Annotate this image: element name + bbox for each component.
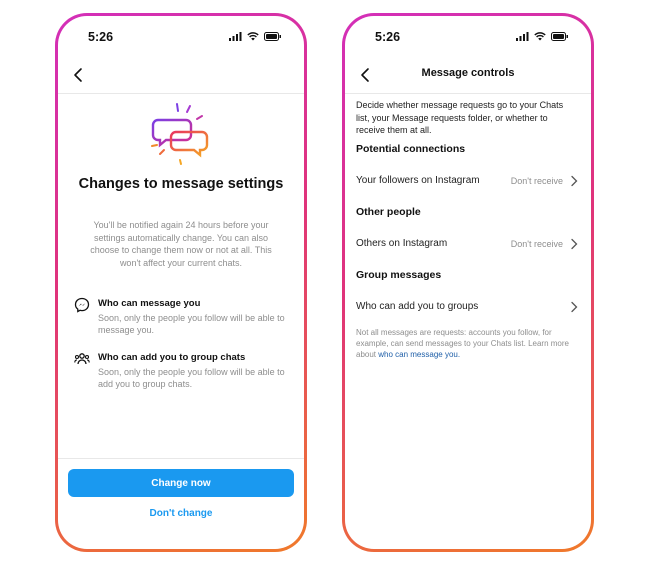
feature-title: Who can message you — [98, 298, 201, 309]
footnote: Not all messages are requests: accounts … — [356, 327, 579, 360]
phone-frame-right: 5:26 Message controls Decide whether mes… — [342, 13, 594, 552]
status-icons — [229, 32, 282, 41]
who-can-message-link[interactable]: who can message you. — [378, 350, 460, 359]
chevron-right-icon — [571, 238, 578, 250]
page-description: You'll be notified again 24 hours before… — [90, 220, 272, 268]
status-icons — [516, 32, 569, 41]
wifi-icon — [247, 32, 259, 41]
nav-bar — [58, 58, 304, 94]
section-heading-group-messages: Group messages — [356, 269, 442, 281]
page-title: Message controls — [421, 67, 515, 79]
nav-bar: Message controls — [345, 58, 591, 94]
feature-description: Soon, only the people you follow will be… — [98, 313, 285, 335]
status-bar: 5:26 — [345, 30, 591, 44]
row-label: Others on Instagram — [356, 238, 448, 249]
row-label: Your followers on Instagram — [356, 175, 480, 186]
phone-frame-left: 5:26 Changes to message settings You'll … — [55, 13, 307, 552]
footer-divider — [58, 458, 304, 459]
back-arrow-icon[interactable] — [70, 66, 88, 84]
battery-icon — [551, 32, 568, 41]
section-heading-potential-connections: Potential connections — [356, 143, 466, 155]
page-title: Changes to message settings — [78, 176, 284, 192]
setting-row-others[interactable]: Others on Instagram Don't receive — [356, 236, 579, 252]
change-now-button[interactable]: Change now — [68, 469, 294, 497]
row-label: Who can add you to groups — [356, 301, 479, 312]
section-heading-other-people: Other people — [356, 206, 421, 218]
message-controls-screen: 5:26 Message controls Decide whether mes… — [345, 16, 591, 549]
chevron-right-icon — [571, 175, 578, 187]
settings-change-screen: 5:26 Changes to message settings You'll … — [58, 16, 304, 549]
status-time: 5:26 — [88, 30, 114, 44]
row-value: Don't receive — [510, 176, 563, 186]
dont-change-button[interactable]: Don't change — [58, 508, 304, 519]
chevron-right-icon — [571, 301, 578, 313]
status-bar: 5:26 — [58, 30, 304, 44]
setting-row-followers[interactable]: Your followers on Instagram Don't receiv… — [356, 173, 579, 189]
intro-text: Decide whether message requests go to yo… — [356, 100, 564, 135]
signal-icon — [229, 32, 242, 41]
battery-icon — [264, 32, 281, 41]
status-time: 5:26 — [375, 30, 401, 44]
messenger-icon — [74, 297, 90, 313]
signal-icon — [516, 32, 529, 41]
feature-description: Soon, only the people you follow will be… — [98, 367, 285, 389]
chat-bubbles-illustration — [151, 103, 209, 165]
row-value: Don't receive — [510, 239, 563, 249]
group-icon — [74, 353, 90, 365]
wifi-icon — [534, 32, 546, 41]
feature-title: Who can add you to group chats — [98, 352, 246, 363]
setting-row-groups[interactable]: Who can add you to groups — [356, 299, 579, 315]
